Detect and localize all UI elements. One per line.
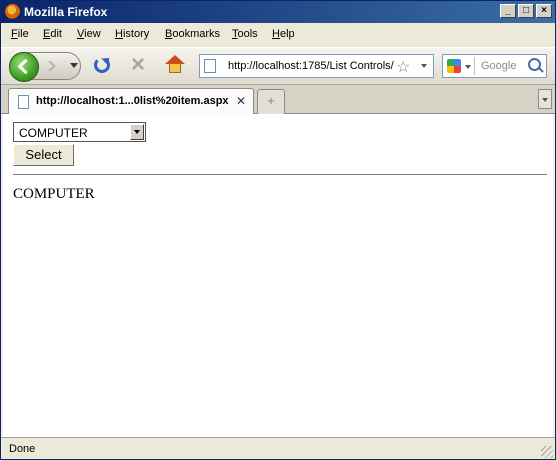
- home-body: [169, 63, 181, 73]
- tab-label: http://localhost:1...0list%20item.aspx: [36, 95, 229, 107]
- bookmark-star-icon[interactable]: ☆: [396, 57, 410, 77]
- search-divider: [474, 57, 475, 75]
- address-bar[interactable]: http://localhost:1785/List Controls/ ☆: [199, 54, 434, 78]
- search-input[interactable]: Google: [481, 60, 516, 72]
- item-select[interactable]: COMPUTER: [13, 122, 146, 142]
- status-bar: Done: [1, 437, 555, 459]
- navigation-toolbar: × http://localhost:1785/List Controls/ ☆…: [1, 47, 555, 85]
- menu-tools[interactable]: Tools: [232, 28, 258, 40]
- tab-close-icon[interactable]: ✕: [234, 94, 248, 108]
- browser-window: Mozilla Firefox _ □ × File Edit View His…: [0, 0, 556, 460]
- back-forward-group: [9, 52, 81, 82]
- select-button[interactable]: Select: [13, 144, 74, 166]
- menu-view[interactable]: View: [77, 28, 101, 40]
- minimize-button[interactable]: _: [500, 4, 516, 18]
- list-all-tabs-button[interactable]: [538, 89, 552, 109]
- google-engine-icon[interactable]: [447, 59, 461, 73]
- title-bar[interactable]: Mozilla Firefox _ □ ×: [1, 1, 555, 23]
- forward-button[interactable]: [44, 58, 60, 74]
- maximize-button[interactable]: □: [518, 4, 534, 18]
- tab-page-icon: [18, 95, 29, 109]
- firefox-logo-icon: [5, 4, 20, 19]
- tab-current[interactable]: http://localhost:1...0list%20item.aspx ✕: [8, 88, 254, 114]
- select-value: COMPUTER: [19, 126, 88, 140]
- menu-history[interactable]: History: [115, 28, 149, 40]
- resize-grip-icon[interactable]: [541, 446, 553, 458]
- selected-result: COMPUTER: [13, 186, 95, 202]
- menu-bookmarks[interactable]: Bookmarks: [165, 28, 220, 40]
- home-icon[interactable]: [165, 55, 186, 75]
- page-content: COMPUTER Select COMPUTER: [1, 114, 555, 437]
- menu-file[interactable]: File: [11, 28, 29, 40]
- new-tab-button[interactable]: +: [257, 89, 285, 114]
- search-icon[interactable]: [528, 58, 541, 71]
- history-dropdown-icon[interactable]: [70, 63, 78, 68]
- search-engine-dropdown-icon[interactable]: [465, 65, 471, 69]
- tab-bar: http://localhost:1...0list%20item.aspx ✕…: [1, 85, 555, 114]
- menu-help[interactable]: Help: [272, 28, 295, 40]
- close-button[interactable]: ×: [536, 4, 552, 18]
- status-text: Done: [9, 443, 36, 455]
- window-controls: _ □ ×: [500, 4, 552, 18]
- address-input[interactable]: http://localhost:1785/List Controls/: [228, 60, 394, 72]
- page-icon: [204, 59, 216, 73]
- back-button[interactable]: [9, 52, 39, 82]
- menu-bar: File Edit View History Bookmarks Tools H…: [1, 23, 555, 47]
- stop-icon[interactable]: ×: [128, 53, 148, 77]
- menu-edit[interactable]: Edit: [43, 28, 62, 40]
- reload-icon[interactable]: [94, 57, 110, 73]
- select-dropdown-icon[interactable]: [130, 124, 144, 140]
- search-box[interactable]: Google: [442, 54, 547, 78]
- window-title: Mozilla Firefox: [24, 5, 108, 19]
- divider: [13, 174, 547, 175]
- address-dropdown-icon[interactable]: [421, 64, 427, 68]
